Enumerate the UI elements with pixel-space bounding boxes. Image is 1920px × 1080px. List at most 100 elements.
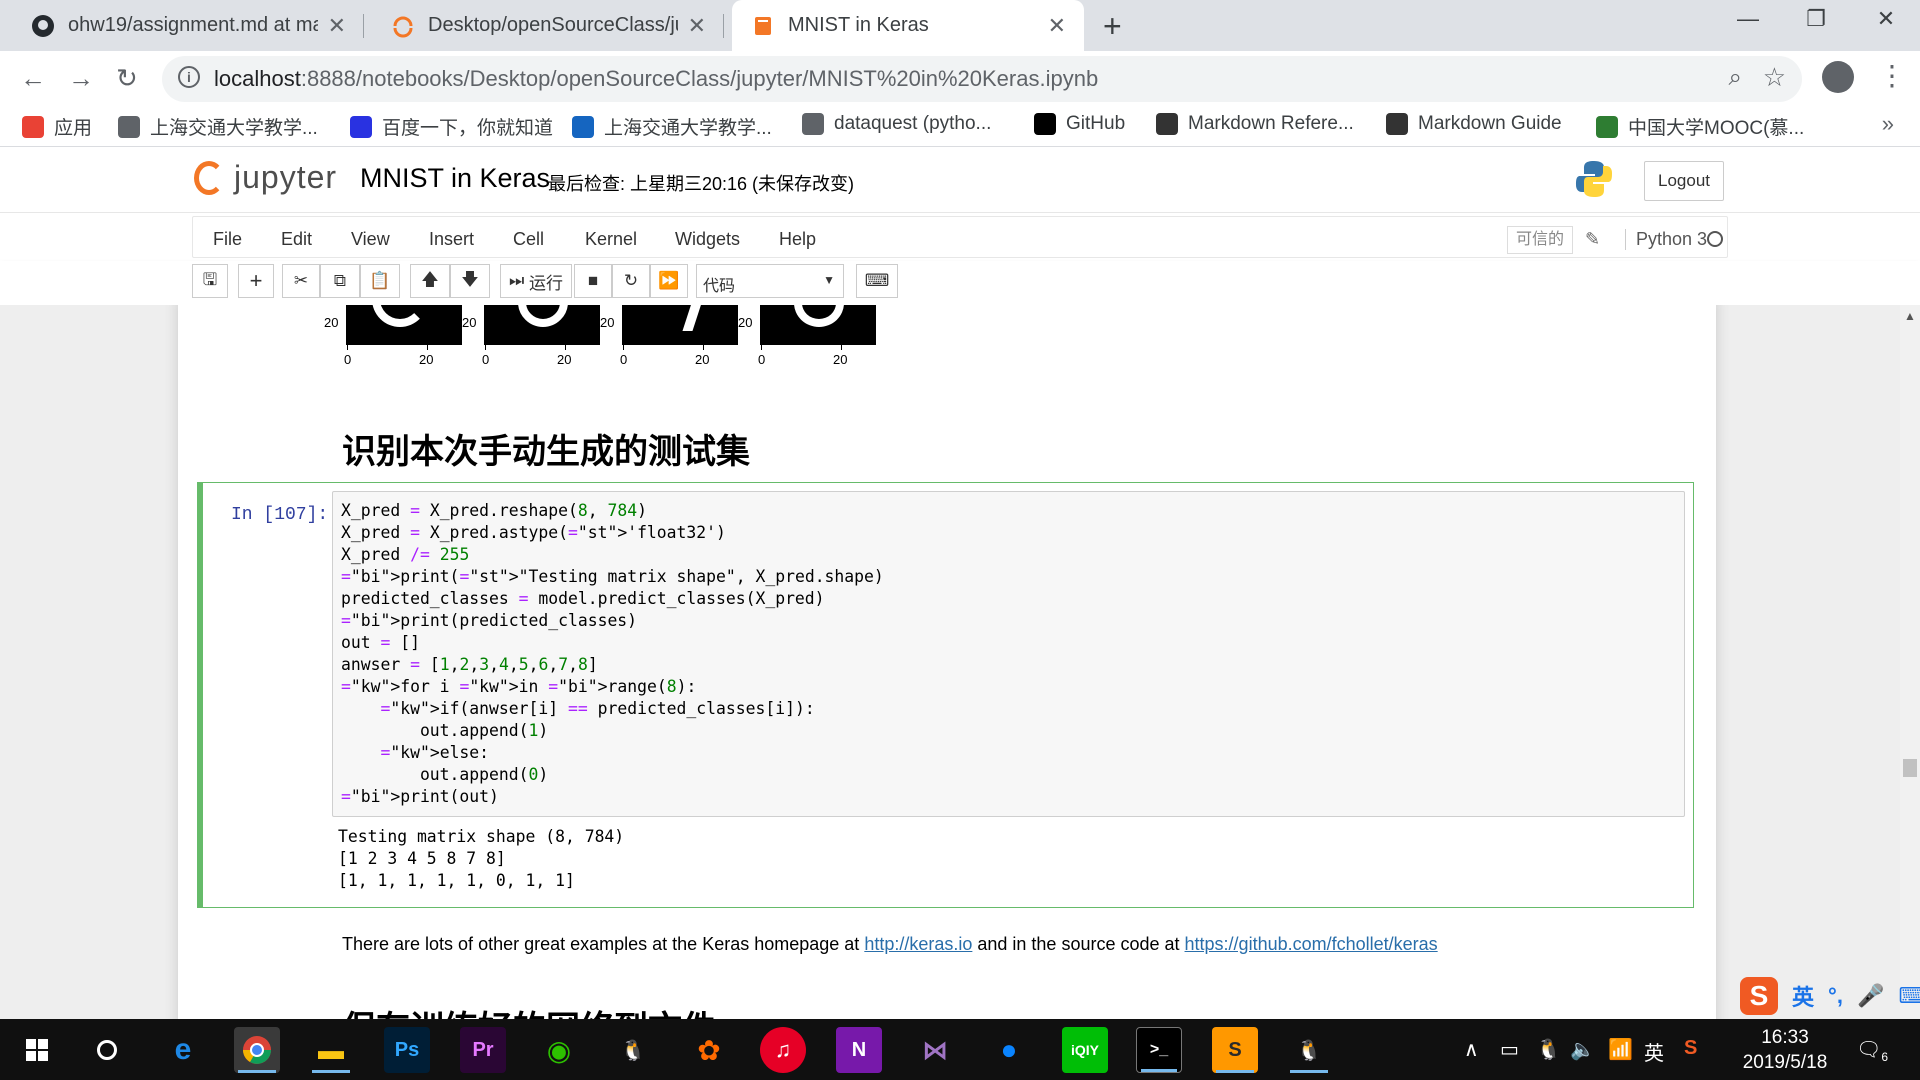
edit-pencil-icon[interactable]: ✎ xyxy=(1585,229,1600,250)
microphone-icon[interactable]: 🎤 xyxy=(1857,983,1884,1009)
minimize-button[interactable]: — xyxy=(1718,6,1778,32)
bookmark-star-icon[interactable]: ☆ xyxy=(1763,62,1786,93)
file-explorer-icon[interactable]: ▬ xyxy=(308,1027,354,1073)
tray-expand-icon[interactable]: ∧ xyxy=(1464,1037,1479,1062)
tray-app-icon[interactable]: 🐧 xyxy=(1536,1037,1561,1062)
wechat-icon[interactable]: ◉ xyxy=(536,1027,582,1073)
code-text[interactable]: X_pred = X_pred.reshape(8, 784) X_pred = … xyxy=(341,500,884,808)
search-icon[interactable] xyxy=(84,1027,130,1073)
code-input[interactable]: X_pred = X_pred.reshape(8, 784) X_pred = … xyxy=(332,491,1685,817)
page-scrollbar[interactable]: ▲ xyxy=(1900,305,1920,1019)
edge-icon[interactable]: e xyxy=(160,1027,206,1073)
run-button[interactable]: ⏭ 运行 xyxy=(500,264,572,298)
bookmark-markdown-ref[interactable]: Markdown Refere... xyxy=(1156,113,1354,135)
interrupt-icon[interactable]: ■ xyxy=(574,264,612,298)
zoom-icon[interactable]: ⌕ xyxy=(1729,64,1742,92)
move-up-icon[interactable]: 🡅 xyxy=(410,264,450,298)
restart-run-all-icon[interactable]: ⏩ xyxy=(650,264,688,298)
ime-language[interactable]: 英 xyxy=(1792,980,1814,1012)
window-close-button[interactable]: ✕ xyxy=(1856,6,1916,32)
menu-view[interactable]: View xyxy=(351,229,390,250)
sogou-tray-icon[interactable]: S xyxy=(1684,1037,1697,1060)
close-icon[interactable]: ✕ xyxy=(1048,13,1066,39)
keras-home-link[interactable]: http://keras.io xyxy=(864,934,972,954)
notification-center-icon[interactable]: 🗨6 xyxy=(1856,1037,1888,1064)
volume-icon[interactable]: 🔈 xyxy=(1570,1037,1595,1062)
browser-app-icon[interactable]: ● xyxy=(986,1027,1032,1073)
keyboard-icon[interactable]: ⌨ xyxy=(1898,983,1920,1009)
clock[interactable]: 16:33 2019/5/18 xyxy=(1730,1025,1840,1075)
battery-icon[interactable]: ▭ xyxy=(1500,1037,1519,1062)
jupyter-toolbar: 🖫 + ✂ ⧉ 📋 🡅 🡇 ⏭ 运行 ■ ↻ ⏩ 代码 ▼ ⌨ xyxy=(0,261,1920,305)
scroll-thumb[interactable] xyxy=(1903,759,1917,777)
info-icon[interactable]: i xyxy=(178,66,200,88)
restart-icon[interactable]: ↻ xyxy=(612,264,650,298)
menu-cell[interactable]: Cell xyxy=(513,229,544,250)
netease-music-icon[interactable]: ♫ xyxy=(760,1027,806,1073)
url-text[interactable]: localhost:8888/notebooks/Desktop/openSou… xyxy=(214,66,1098,92)
bookmarks-overflow[interactable]: » xyxy=(1882,111,1894,137)
save-icon[interactable]: 🖫 xyxy=(192,264,228,298)
windows-start-icon[interactable] xyxy=(14,1027,60,1073)
jupyter-logo[interactable]: jupyter xyxy=(194,159,337,196)
copy-icon[interactable]: ⧉ xyxy=(320,264,360,298)
menu-insert[interactable]: Insert xyxy=(429,229,474,250)
cut-icon[interactable]: ✂ xyxy=(282,264,320,298)
iqiyi-icon[interactable]: iQIY xyxy=(1062,1027,1108,1073)
keras-github-link[interactable]: https://github.com/fchollet/keras xyxy=(1185,934,1438,954)
tab-jupyter-tree[interactable]: Desktop/openSourceClass/jup ✕ xyxy=(372,0,724,51)
cell-type-select[interactable]: 代码 ▼ xyxy=(696,264,844,298)
paste-icon[interactable]: 📋 xyxy=(360,264,400,298)
keyboard-icon[interactable]: ⌨ xyxy=(856,264,898,298)
address-bar[interactable]: i localhost:8888/notebooks/Desktop/openS… xyxy=(162,56,1802,102)
logout-button[interactable]: Logout xyxy=(1644,161,1724,201)
qq-icon[interactable]: 🐧 xyxy=(1286,1027,1332,1073)
baidu-icon xyxy=(350,115,372,138)
x-tick-label: 0 xyxy=(620,352,628,367)
back-button[interactable]: ← xyxy=(20,63,46,94)
move-down-icon[interactable]: 🡇 xyxy=(450,264,490,298)
bookmark-baidu[interactable]: 百度一下，你就知道 xyxy=(350,113,553,140)
code-cell[interactable]: In [107]: X_pred = X_pred.reshape(8, 784… xyxy=(197,482,1694,908)
new-tab-button[interactable]: + xyxy=(1103,8,1122,45)
scroll-up-icon[interactable]: ▲ xyxy=(1904,309,1916,323)
baidu-netdisk-icon[interactable]: ✿ xyxy=(686,1027,732,1073)
menu-edit[interactable]: Edit xyxy=(281,229,312,250)
browser-menu-icon[interactable]: ⋮ xyxy=(1878,59,1906,92)
bookmark-github[interactable]: GitHub xyxy=(1034,113,1125,135)
forward-button[interactable]: → xyxy=(68,63,94,94)
punctuation-icon[interactable]: °, xyxy=(1828,983,1843,1009)
menu-file[interactable]: File xyxy=(213,229,242,250)
bookmark-mooc[interactable]: 中国大学MOOC(慕... xyxy=(1596,113,1804,140)
restore-button[interactable]: ❐ xyxy=(1786,6,1846,32)
sublime-icon[interactable]: S xyxy=(1212,1027,1258,1073)
onenote-icon[interactable]: N xyxy=(836,1027,882,1073)
close-icon[interactable]: ✕ xyxy=(328,13,346,39)
trusted-indicator[interactable]: 可信的 xyxy=(1507,226,1574,254)
chrome-icon[interactable] xyxy=(234,1027,280,1073)
close-icon[interactable]: ✕ xyxy=(688,13,706,39)
menu-help[interactable]: Help xyxy=(779,229,816,250)
tab-mnist[interactable]: MNIST in Keras ✕ xyxy=(732,0,1084,51)
menu-widgets[interactable]: Widgets xyxy=(675,229,740,250)
qq-icon[interactable]: 🐧 xyxy=(610,1027,656,1073)
bookmark-sjtu-2[interactable]: 上海交通大学教学... xyxy=(572,113,772,140)
reload-button[interactable]: ↻ xyxy=(116,63,138,94)
bookmark-markdown-guide[interactable]: Markdown Guide xyxy=(1386,113,1562,135)
menu-kernel[interactable]: Kernel xyxy=(585,229,637,250)
insert-cell-icon[interactable]: + xyxy=(238,264,274,298)
account-avatar[interactable] xyxy=(1822,61,1854,93)
premiere-icon[interactable]: Pr xyxy=(460,1027,506,1073)
bookmark-sjtu-1[interactable]: 上海交通大学教学... xyxy=(118,113,318,140)
notebook-name[interactable]: MNIST in Keras xyxy=(360,163,550,194)
bookmark-dataquest[interactable]: dataquest (pytho... xyxy=(802,113,991,135)
input-language[interactable]: 英 xyxy=(1644,1037,1664,1066)
cell-output: Testing matrix shape (8, 784) [1 2 3 4 5 … xyxy=(338,826,624,892)
terminal-icon[interactable]: >_ xyxy=(1136,1027,1182,1073)
tab-github[interactable]: ohw19/assignment.md at mas ✕ xyxy=(12,0,364,51)
bookmark-apps[interactable]: 应用 xyxy=(22,113,92,140)
visual-studio-icon[interactable]: ⋈ xyxy=(912,1027,958,1073)
ime-toolbar[interactable]: S 英 °, 🎤 ⌨ xyxy=(1740,976,1920,1016)
photoshop-icon[interactable]: Ps xyxy=(384,1027,430,1073)
wifi-icon[interactable]: 📶 xyxy=(1608,1037,1633,1062)
